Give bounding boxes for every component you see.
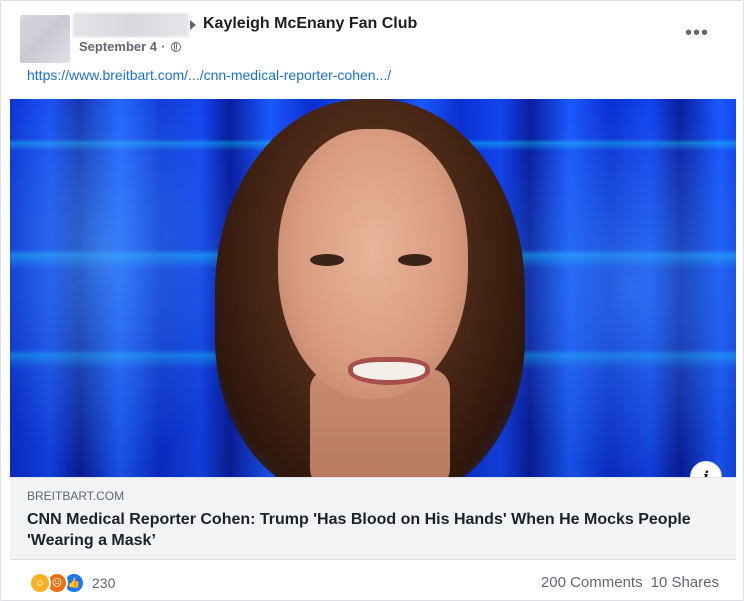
reaction-count[interactable]: 230	[92, 575, 115, 591]
post-meta: September 4 ·	[79, 39, 182, 54]
shares-count[interactable]: 10 Shares	[651, 574, 719, 591]
link-domain: BREITBART.COM	[27, 489, 125, 503]
comments-count[interactable]: 200 Comments	[541, 574, 643, 591]
avatar[interactable]	[20, 15, 70, 63]
post-date[interactable]: September 4	[79, 39, 157, 54]
meta-separator: ·	[161, 39, 166, 54]
link-preview-image[interactable]	[10, 99, 736, 477]
blurred-poster-name	[73, 13, 189, 37]
reactions-summary[interactable]: ☺ ☹ 👍 230	[29, 572, 115, 594]
person-eye-left	[310, 254, 344, 266]
person-eye-right	[398, 254, 432, 266]
more-options-icon[interactable]: •••	[685, 23, 709, 43]
group-name-link[interactable]: Kayleigh McEnany Fan Club	[203, 15, 417, 33]
post-url-link[interactable]: https://www.breitbart.com/.../cnn-medica…	[27, 67, 391, 83]
link-card[interactable]: BREITBART.COM CNN Medical Reporter Cohen…	[10, 477, 736, 560]
person-mouth	[348, 357, 430, 385]
triangle-right-icon	[190, 20, 196, 30]
image-glow-left	[10, 99, 240, 477]
post-stats: 200 Comments 10 Shares	[541, 574, 719, 591]
post-footer: ☺ ☹ 👍 230 200 Comments 10 Shares	[1, 561, 743, 600]
link-title[interactable]: CNN Medical Reporter Cohen: Trump 'Has B…	[27, 509, 707, 551]
haha-reaction-icon: ☺	[29, 572, 51, 594]
globe-icon	[171, 41, 182, 52]
feed-post: Kayleigh McEnany Fan Club September 4 · …	[0, 0, 744, 601]
